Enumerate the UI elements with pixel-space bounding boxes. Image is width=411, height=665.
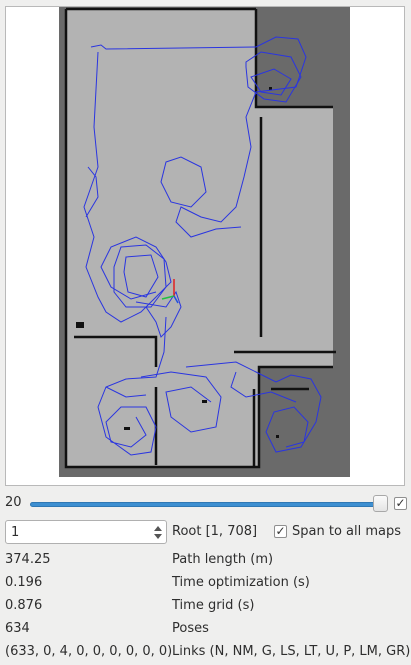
span-all-maps-label[interactable]: Span to all maps [292, 524, 401, 539]
time-grid-value: 0.876 [5, 598, 43, 613]
occupancy-grid-map-view[interactable] [5, 6, 405, 486]
slider-value-label: 20 [5, 495, 22, 510]
spin-down-arrow-icon[interactable] [154, 534, 162, 539]
spin-up-arrow-icon[interactable] [154, 526, 162, 531]
path-length-label: Path length (m) [172, 552, 274, 567]
time-grid-label: Time grid (s) [172, 598, 255, 613]
time-optimization-value: 0.196 [5, 575, 43, 590]
decimation-slider-track[interactable] [30, 502, 382, 507]
checkmark-icon: ✓ [275, 524, 286, 538]
root-id-spinbox[interactable]: 1 [5, 520, 167, 544]
span-all-maps-checkbox[interactable]: ✓ [274, 525, 287, 538]
slider-enable-checkbox[interactable]: ✓ [394, 497, 407, 510]
poses-value: 634 [5, 621, 30, 636]
decimation-slider-row: 20 [0, 492, 411, 516]
map-canvas [59, 7, 350, 477]
links-label: Links (N, NM, G, LS, LT, U, P, LM, GR) [172, 644, 411, 659]
decimation-slider-handle[interactable] [373, 495, 388, 512]
time-optimization-label: Time optimization (s) [172, 575, 310, 590]
checkmark-icon: ✓ [395, 496, 406, 510]
root-label: Root [1, 708] [172, 524, 258, 539]
root-id-value: 1 [11, 525, 20, 540]
links-value: (633, 0, 4, 0, 0, 0, 0, 0, 0) [5, 644, 173, 659]
path-length-value: 374.25 [5, 552, 51, 567]
poses-label: Poses [172, 621, 209, 636]
